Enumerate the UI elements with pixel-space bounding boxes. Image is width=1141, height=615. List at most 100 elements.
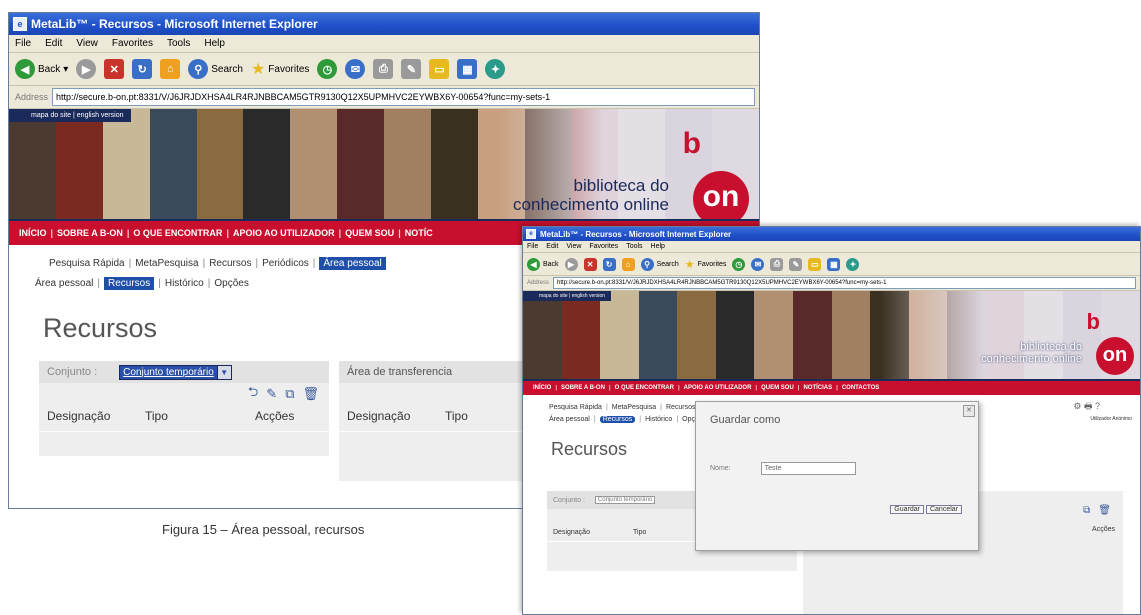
refresh-icon[interactable]: ↻ bbox=[602, 257, 616, 271]
nav-apoio[interactable]: APOIO AO UTILIZADOR bbox=[229, 228, 339, 238]
back-arrow-icon: ◀ bbox=[15, 59, 35, 79]
nav-sobre[interactable]: SOBRE A B-ON bbox=[53, 228, 127, 238]
window2-titlebar[interactable]: e MetaLib™ - Recursos - Microsoft Intern… bbox=[523, 227, 1140, 241]
mail-icon[interactable]: ✉ bbox=[751, 257, 765, 271]
submenu2-opcoes[interactable]: Opções bbox=[214, 278, 248, 289]
submenu-area-pessoal[interactable]: Área pessoal bbox=[319, 256, 386, 270]
folder-icon[interactable]: ▭ bbox=[429, 59, 450, 79]
search-button[interactable]: ⚲ Search bbox=[188, 59, 243, 79]
nav-inicio[interactable]: INÍCIO bbox=[15, 228, 51, 238]
menu2-help[interactable]: Help bbox=[651, 243, 665, 250]
delete-icon[interactable]: 🗑 bbox=[1098, 505, 1111, 516]
menu2-edit[interactable]: Edit bbox=[546, 243, 558, 250]
stop-icon[interactable]: ✕ bbox=[104, 59, 125, 79]
delete-icon[interactable]: 🗑 bbox=[302, 386, 319, 402]
figure-caption: Figura 15 – Área pessoal, recursos bbox=[162, 522, 365, 537]
rename-icon[interactable]: ✎ bbox=[266, 386, 277, 402]
dialog-name-input[interactable]: Teste bbox=[760, 462, 856, 475]
transfer-col-designacao: Designação bbox=[347, 409, 411, 423]
submenu-periodicos[interactable]: Periódicos bbox=[262, 258, 309, 269]
submenu-recursos[interactable]: Recursos bbox=[666, 404, 696, 411]
refresh-icon[interactable]: ↻ bbox=[132, 59, 153, 79]
brand-logo-2: b biblioteca do conhecimento online on bbox=[880, 291, 1140, 379]
nav-noticias[interactable]: NOTÍC bbox=[401, 228, 437, 238]
conjunto-select-2[interactable]: Conjunto temporário bbox=[594, 496, 656, 504]
copy-icon[interactable]: ⧉ bbox=[285, 386, 294, 402]
back-arrow-icon: ◀ bbox=[527, 257, 540, 271]
nav2-inicio[interactable]: INÍCIO bbox=[529, 385, 555, 391]
submenu2-area-pessoal[interactable]: Área pessoal bbox=[35, 278, 93, 289]
menu2-view[interactable]: View bbox=[566, 243, 581, 250]
nav-o-que-encontrar[interactable]: O QUE ENCONTRAR bbox=[129, 228, 226, 238]
top-links-2[interactable]: mapa do site | english version bbox=[523, 291, 612, 301]
nav2-apoio[interactable]: APOIO AO UTILIZADOR bbox=[680, 385, 756, 391]
submenu-metapesquisa[interactable]: MetaPesquisa bbox=[135, 258, 198, 269]
menu2-file[interactable]: File bbox=[527, 243, 538, 250]
dialog-title: Guardar como bbox=[710, 414, 781, 426]
transfer-title: Área de transferencia bbox=[347, 366, 453, 378]
forward-arrow-icon[interactable]: ▶ bbox=[76, 59, 97, 79]
dialog-buttons: Guardar Cancelar bbox=[890, 505, 962, 514]
folder-icon[interactable]: ▭ bbox=[808, 257, 822, 271]
home-icon[interactable]: ⌂ bbox=[621, 257, 635, 271]
favorites-button-2[interactable]: ★ Favorites bbox=[685, 258, 727, 271]
menu-bar: File Edit View Favorites Tools Help bbox=[9, 35, 759, 53]
conjunto-columns: Designação Tipo Acções bbox=[39, 405, 329, 432]
back-button-2[interactable]: ◀ Back bbox=[527, 257, 559, 271]
top-links[interactable]: mapa do site | english version bbox=[9, 109, 132, 122]
copy-icon[interactable]: ⧉ bbox=[1083, 505, 1090, 516]
window-titlebar[interactable]: e MetaLib™ - Recursos - Microsoft Intern… bbox=[9, 13, 759, 35]
history-icon[interactable]: ◷ bbox=[732, 257, 746, 271]
conjunto-select[interactable]: Conjunto temporário ▼ bbox=[119, 364, 232, 380]
submenu2-recursos[interactable]: Recursos bbox=[599, 415, 636, 423]
submenu2-historico[interactable]: Histórico bbox=[645, 416, 672, 423]
submenu-pesquisa-rapida[interactable]: Pesquisa Rápida bbox=[49, 258, 125, 269]
nav-quem-sou[interactable]: QUEM SOU bbox=[341, 228, 398, 238]
print-icon[interactable]: ⎙ bbox=[373, 59, 394, 79]
history-icon[interactable]: ◷ bbox=[317, 59, 338, 79]
home-icon[interactable]: ⌂ bbox=[160, 59, 181, 79]
mail-icon[interactable]: ✉ bbox=[345, 59, 366, 79]
menu2-tools[interactable]: Tools bbox=[626, 243, 642, 250]
menu-favorites[interactable]: Favorites bbox=[112, 38, 153, 49]
submenu2-recursos[interactable]: Recursos bbox=[103, 276, 155, 290]
address-input[interactable]: http://secure.b-on.pt:8331/V/J6JRJDXHSA4… bbox=[52, 88, 755, 106]
conjunto-label-2: Conjunto : bbox=[553, 496, 585, 504]
nav2-sobre[interactable]: SOBRE A B-ON bbox=[557, 385, 609, 391]
conjunto-panel: Conjunto : Conjunto temporário ▼ ⮌ ✎ ⧉ 🗑… bbox=[39, 361, 329, 456]
utility-icons[interactable]: ⚙ 🖶 ? bbox=[1073, 399, 1100, 415]
new-set-icon[interactable]: ⮌ bbox=[248, 383, 258, 405]
submenu2-area-pessoal[interactable]: Área pessoal bbox=[549, 416, 590, 423]
discuss-icon[interactable]: ▦ bbox=[827, 257, 841, 271]
menu-edit[interactable]: Edit bbox=[45, 38, 62, 49]
messenger-icon[interactable]: ✦ bbox=[485, 59, 506, 79]
menu-file[interactable]: File bbox=[15, 38, 31, 49]
save-button[interactable]: Guardar bbox=[890, 505, 924, 514]
favorites-button[interactable]: ★ Favorites bbox=[251, 59, 309, 79]
discuss-icon[interactable]: ▦ bbox=[457, 59, 478, 79]
menu-help[interactable]: Help bbox=[204, 38, 225, 49]
menu-view[interactable]: View bbox=[76, 38, 98, 49]
menu2-favorites[interactable]: Favorites bbox=[589, 243, 618, 250]
messenger-icon[interactable]: ✦ bbox=[846, 257, 860, 271]
edit-icon[interactable]: ✎ bbox=[789, 257, 803, 271]
close-icon[interactable]: ✕ bbox=[963, 405, 975, 417]
nav2-quem-sou[interactable]: QUEM SOU bbox=[757, 385, 798, 391]
submenu2-historico[interactable]: Histórico bbox=[165, 278, 204, 289]
edit-icon[interactable]: ✎ bbox=[401, 59, 422, 79]
back-button[interactable]: ◀ Back ▾ bbox=[15, 59, 68, 79]
nav2-noticias[interactable]: NOTÍCIAS bbox=[799, 385, 836, 391]
nav2-contactos[interactable]: CONTACTOS bbox=[838, 385, 883, 391]
stop-icon[interactable]: ✕ bbox=[583, 257, 597, 271]
submenu-recursos[interactable]: Recursos bbox=[209, 258, 251, 269]
cancel-button[interactable]: Cancelar bbox=[925, 505, 962, 514]
menu-tools[interactable]: Tools bbox=[167, 38, 190, 49]
search-button-2[interactable]: ⚲ Search bbox=[640, 257, 679, 271]
nav2-o-que-encontrar[interactable]: O QUE ENCONTRAR bbox=[611, 385, 678, 391]
submenu-pesquisa-rapida[interactable]: Pesquisa Rápida bbox=[549, 404, 602, 411]
forward-arrow-icon[interactable]: ▶ bbox=[564, 257, 578, 271]
print-icon[interactable]: ⎙ bbox=[770, 257, 784, 271]
address-input-2[interactable]: http://secure.b-on.pt:8331/V/J6JRJDXHSA4… bbox=[553, 277, 1136, 289]
submenu-metapesquisa[interactable]: MetaPesquisa bbox=[612, 404, 656, 411]
browser-window-dialog: e MetaLib™ - Recursos - Microsoft Intern… bbox=[522, 226, 1141, 615]
